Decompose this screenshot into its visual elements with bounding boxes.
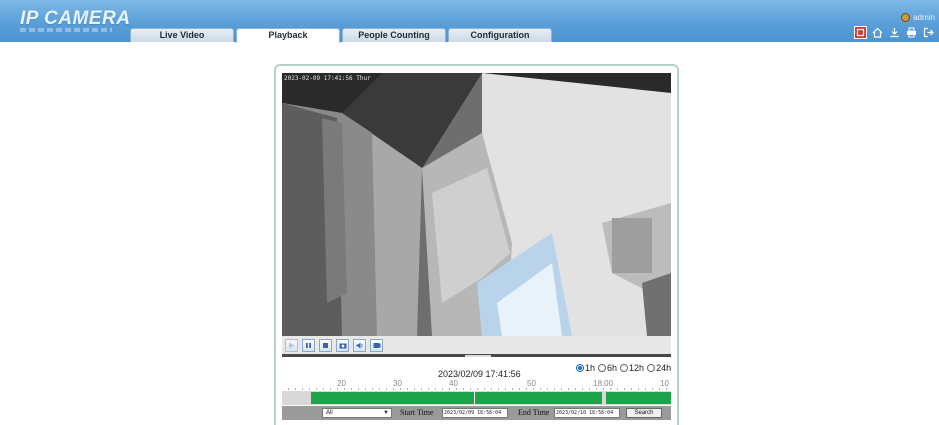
start-time-input[interactable]: 2023/02/09 16:56:04 [442,408,508,418]
end-time-label: End Time [518,408,550,417]
range-1h[interactable]: 1h [576,363,595,373]
timeline-ruler[interactable]: 20 30 40 50 18:00 10 [282,379,671,390]
logout-icon[interactable] [922,26,935,39]
search-button[interactable]: Search [626,408,662,418]
stop-icon[interactable] [319,338,332,352]
video-view[interactable]: 2023-02-09 17:41:56 Thur [282,73,671,336]
timeline-cursor[interactable] [474,391,475,405]
user-info[interactable]: admin [901,13,935,22]
download-icon[interactable] [888,26,901,39]
radio-12h[interactable] [620,364,629,372]
resize-handle[interactable] [465,355,491,357]
user-icon [901,13,911,22]
header-icons [854,26,935,39]
main-tabs: Live Video Playback People Counting Conf… [130,28,554,43]
radio-1h[interactable] [576,364,584,372]
print-icon[interactable] [905,26,918,39]
tab-people-counting[interactable]: People Counting [342,28,446,42]
tick-label: 20 [337,379,346,388]
video-timestamp: 2023-02-09 17:41:56 Thur [284,75,371,82]
chevron-down-icon: ▼ [383,410,389,416]
volume-icon[interactable] [353,338,366,352]
current-datetime: 2023/02/09 17:41:56 [438,369,521,379]
end-time-input[interactable]: 2023/02/10 16:56:04 [554,408,620,418]
tick-label: 30 [393,379,402,388]
search-bar: All ▼ Start Time 2023/02/09 16:56:04 End… [282,406,671,420]
app-logo: IP CAMERA [20,8,131,29]
radio-6h[interactable] [598,364,607,372]
tick-label: 50 [527,379,536,388]
playback-panel: 2023-02-09 17:41:56 Thur 2023/02/09 17:4… [274,64,679,425]
logo-underline [20,28,112,32]
pause-icon[interactable] [302,338,315,352]
playback-controls [282,336,671,354]
tick-label: 18:00 [593,379,614,388]
clip-icon[interactable] [370,338,383,352]
recording-segment [311,392,602,404]
tab-playback[interactable]: Playback [236,28,340,43]
user-name: admin [913,13,935,22]
tab-live-video[interactable]: Live Video [130,28,234,42]
tick-label: 10 [660,379,669,388]
radio-24h[interactable] [647,364,656,372]
snapshot-icon[interactable] [336,338,349,352]
home-icon[interactable] [871,26,884,39]
start-time-label: Start Time [400,408,434,417]
record-type-select[interactable]: All ▼ [322,408,392,418]
range-6h[interactable]: 6h [598,363,617,373]
tab-configuration[interactable]: Configuration [448,28,552,42]
range-12h[interactable]: 12h [620,363,644,373]
range-24h[interactable]: 24h [647,363,671,373]
camera-image [282,73,671,336]
play-icon[interactable] [285,338,298,352]
recording-timeline[interactable] [282,391,671,405]
top-header: IP CAMERA Live Video Playback People Cou… [0,0,939,43]
recording-segment [606,392,671,404]
alarm-icon[interactable] [854,26,867,39]
time-range-selector: 1h 6h 12h 24h [576,363,671,373]
tick-label: 40 [449,379,458,388]
